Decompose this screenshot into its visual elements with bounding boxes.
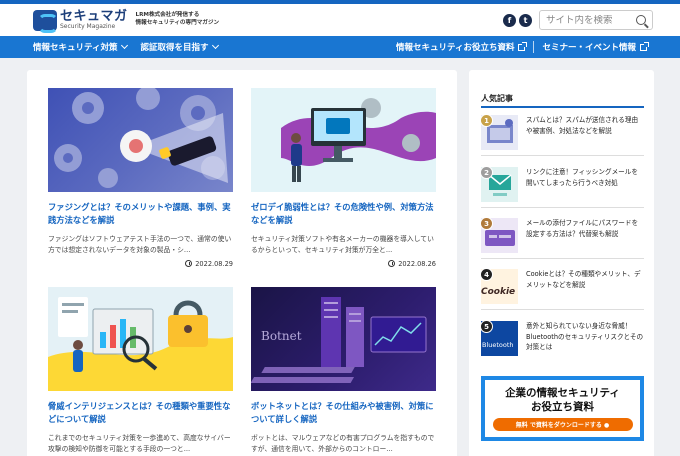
ranking-divider: [481, 155, 644, 156]
facebook-icon[interactable]: f: [503, 13, 516, 27]
article-card-fuzzing[interactable]: ファジングとは？そのメリットや課題、事例、実践方法などを解説 ファジングはソフト…: [48, 88, 233, 268]
ranking-thumbnail[interactable]: 1: [481, 115, 518, 150]
logo-name: セキュマガ: [60, 9, 128, 24]
nav-item-certification[interactable]: 認証取得を目指す: [140, 41, 219, 53]
article-excerpt: ファジングはソフトウェアテスト手法の一つで、通常の使い方では想定されないデータを…: [48, 234, 232, 254]
nav-item-label: 情報セキュリティお役立ち資料: [395, 43, 515, 53]
resource-download-banner[interactable]: 企業の情報セキュリティ お役立ち資料 無料 で資料をダウンロードする ●: [481, 376, 644, 441]
ranking-divider: [481, 309, 644, 310]
ranking-thumbnail[interactable]: 3: [481, 218, 518, 253]
logo-mark-icon: [33, 9, 58, 33]
article-thumbnail[interactable]: Botnet: [251, 287, 436, 391]
article-card-botnet[interactable]: Botnet ボットネットとは？その仕組みや被害例、対策について詳しく解説 ボッ…: [251, 287, 436, 455]
chevron-down-icon: [120, 41, 128, 50]
tagline-line-1: LRM株式会社が発信する: [135, 12, 200, 19]
nav-item-label: セミナー・イベント情報: [542, 43, 636, 53]
download-button-label: 無料 で資料をダウンロードする ●: [515, 422, 610, 430]
rank-badge: 4: [481, 269, 493, 281]
article-title[interactable]: ボットネットとは？その仕組みや被害例、対策について詳しく解説: [251, 400, 436, 426]
external-link-icon: [518, 41, 528, 51]
site-header: セキュマガ Security Magazine LRM株式会社が発信する 情報セ…: [0, 4, 680, 36]
nav-item-label: 認証取得を目指す: [140, 43, 209, 53]
ranking-thumbnail[interactable]: 2: [481, 167, 518, 202]
logo-text: セキュマガ Security Magazine: [60, 10, 128, 30]
search-input[interactable]: [546, 14, 636, 26]
main-nav: 情報セキュリティ対策 認証取得を目指す 情報セキュリティお役立ち資料 セミナー・…: [0, 36, 680, 58]
article-thumbnail[interactable]: [251, 88, 436, 192]
tagline-line-2: 情報セキュリティの専門マガジン: [135, 20, 220, 26]
external-link-icon: [640, 41, 649, 51]
nav-divider: [533, 41, 535, 53]
article-title[interactable]: ファジングとは？そのメリットや課題、事例、実践方法などを解説: [48, 201, 233, 227]
search-box: [539, 10, 653, 30]
article-card-threat-intelligence[interactable]: 脅威インテリジェンスとは？その種類や重要性などについて解説 これまでのセキュリテ…: [48, 287, 233, 455]
article-card-zero-day[interactable]: ゼロデイ脆弱性とは？その危険性や例、対策方法などを解説 セキュリティ対策ソフトや…: [251, 88, 436, 268]
bluetooth-thumbnail-text: Bluetooth: [482, 341, 514, 349]
ranking-divider: [481, 207, 644, 208]
ranking-title[interactable]: リンクに注意！フィッシングメールを開いてしまったら行うべき対処: [526, 167, 644, 203]
ranking-title[interactable]: Cookieとは？その種類やメリット、デメリットなどを解説: [526, 269, 644, 305]
banner-heading-line-2: お役立ち資料: [531, 401, 594, 414]
ranking-item-5[interactable]: 5 Bluetooth 意外と知られていない身近な脅威！Bluetoothのセキ…: [481, 321, 644, 357]
nav-item-resources[interactable]: 情報セキュリティお役立ち資料: [395, 41, 528, 53]
zero-day-illustration: [281, 98, 436, 182]
tagline: LRM株式会社が発信する 情報セキュリティの専門マガジン: [136, 12, 220, 27]
ranking-divider: [481, 258, 644, 259]
ranking-item-3[interactable]: 3 メールの添付ファイルにパスワードを設定する方法は？代替案も解説: [481, 218, 644, 254]
article-date-text: 2022.08.26: [398, 259, 436, 268]
article-title[interactable]: 脅威インテリジェンスとは？その種類や重要性などについて解説: [48, 400, 233, 426]
banner-heading-line-1: 企業の情報セキュリティ: [505, 387, 620, 399]
popular-articles-title: 人気記事: [481, 94, 513, 103]
twitter-icon[interactable]: t: [519, 13, 532, 27]
clock-icon: [388, 260, 396, 268]
logo-sub: Security Magazine: [60, 23, 116, 30]
ranking-title[interactable]: 意外と知られていない身近な脅威！Bluetoothのセキュリティリスクとその対策…: [526, 321, 644, 357]
ranking-title[interactable]: メールの添付ファイルにパスワードを設定する方法は？代替案も解説: [526, 218, 644, 254]
article-thumbnail[interactable]: [48, 88, 233, 192]
download-button[interactable]: 無料 で資料をダウンロードする ●: [492, 418, 633, 432]
sidebar: 人気記事 1 スパムとは？スパムが送信される理由や被害例、対処法などを解説 2 …: [469, 70, 654, 456]
ranking-thumbnail[interactable]: 5 Bluetooth: [481, 321, 518, 356]
botnet-thumbnail-text: Botnet: [261, 329, 302, 343]
cookie-thumbnail-text: Cookie: [481, 287, 516, 297]
article-date: 2022.08.26: [251, 260, 436, 268]
threat-intelligence-illustration: [48, 297, 233, 391]
nav-item-seminars[interactable]: セミナー・イベント情報: [542, 41, 649, 53]
article-title[interactable]: ゼロデイ脆弱性とは？その危険性や例、対策方法などを解説: [251, 201, 436, 227]
article-list: ファジングとは？そのメリットや課題、事例、実践方法などを解説 ファジングはソフト…: [27, 70, 457, 456]
search-icon[interactable]: [636, 15, 646, 25]
ranking-title[interactable]: スパムとは？スパムが送信される理由や被害例、対処法などを解説: [526, 115, 644, 151]
rank-badge: 5: [481, 321, 493, 333]
nav-item-label: 情報セキュリティ対策: [33, 43, 118, 53]
nav-left: 情報セキュリティ対策 認証取得を目指す: [33, 41, 219, 53]
fuzzing-illustration: [54, 88, 228, 188]
nav-right: 情報セキュリティお役立ち資料 セミナー・イベント情報: [395, 41, 649, 53]
article-date: 2022.08.29: [48, 260, 233, 268]
section-underline: [481, 106, 644, 108]
article-excerpt: セキュリティ対策ソフトや有名メーカーの機器を導入しているからといって、セキュリテ…: [251, 234, 434, 254]
article-thumbnail[interactable]: [48, 287, 233, 391]
site-logo[interactable]: セキュマガ Security Magazine: [33, 9, 128, 33]
ranking-item-1[interactable]: 1 スパムとは？スパムが送信される理由や被害例、対処法などを解説: [481, 115, 644, 151]
ranking-item-2[interactable]: 2 リンクに注意！フィッシングメールを開いてしまったら行うべき対処: [481, 167, 644, 203]
ranking-item-4[interactable]: 4 Cookie Cookieとは？その種類やメリット、デメリットなどを解説: [481, 269, 644, 305]
clock-icon: [185, 260, 193, 268]
article-excerpt: ボットとは、マルウェアなどの有害プログラムを指すものですが、通信を用いて、外部か…: [251, 433, 435, 453]
nav-item-security-measures[interactable]: 情報セキュリティ対策: [33, 41, 128, 53]
ranking-thumbnail[interactable]: 4 Cookie: [481, 269, 518, 304]
chevron-down-icon: [211, 41, 219, 50]
article-excerpt: これまでのセキュリティ対策を一歩進めて、高度なサイバー攻撃の検知や防御を可能とす…: [48, 433, 231, 453]
article-date-text: 2022.08.29: [195, 259, 233, 268]
header-actions: f t: [503, 10, 653, 30]
